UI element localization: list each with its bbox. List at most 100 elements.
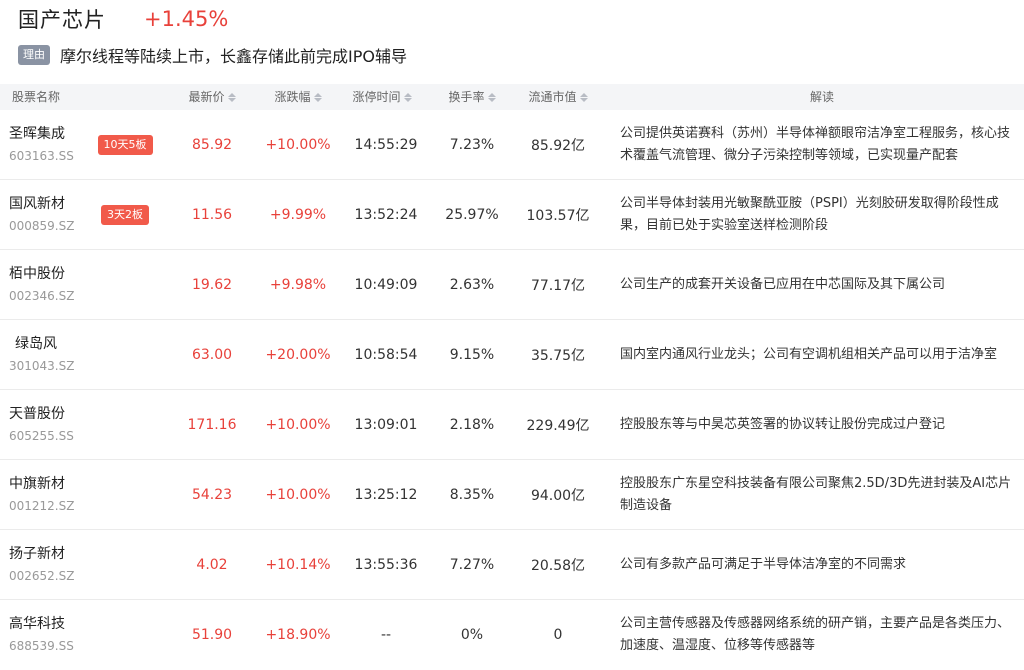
- change: +10.14%: [265, 556, 331, 573]
- desc-text: 公司半导体封装用光敏聚酰亚胺（PSPI）光刻胶研发取得阶段性成果，目前已处于实验…: [620, 195, 999, 233]
- desc-text: 控股股东等与中昊芯英签署的协议转让股份完成过户登记: [620, 416, 946, 432]
- desc-text: 公司提供英诺赛科（苏州）半导体禅额眼帘洁净室工程服务，核心技术覆盖气流管理、微分…: [620, 125, 1011, 163]
- sort-icon: [403, 92, 412, 102]
- stock-code: 002346.SZ: [9, 288, 75, 303]
- streak-badge-cell: 10天5板: [94, 110, 156, 179]
- desc-text: 控股股东广东星空科技装备有限公司聚焦2.5D/3D先进封装及AI芯片制造设备: [620, 475, 1012, 513]
- limit-time: 13:25:12: [354, 486, 418, 503]
- sort-icon: [487, 92, 496, 102]
- change: +20.00%: [265, 346, 331, 363]
- market-cap: 35.75亿: [530, 347, 586, 364]
- change: +9.98%: [269, 276, 327, 293]
- stock-name[interactable]: 高华科技: [9, 614, 65, 634]
- desc-text: 国内室内通风行业龙头；公司有空调机组相关产品可以用于洁净室: [620, 346, 998, 362]
- col-turnover-header[interactable]: 换手率: [432, 84, 512, 110]
- limit-time: 13:55:36: [354, 556, 418, 573]
- desc-cell: 公司提供英诺赛科（苏州）半导体禅额眼帘洁净室工程服务，核心技术覆盖气流管理、微分…: [620, 110, 1020, 179]
- price: 51.90: [191, 626, 233, 643]
- price: 85.92: [191, 136, 233, 153]
- stock-list: 圣晖集成 603163.SS 10天5板 85.92 +10.00% 14:55…: [0, 110, 1024, 670]
- stock-name[interactable]: 天普股份: [9, 404, 65, 424]
- price: 11.56: [191, 206, 233, 223]
- stock-name[interactable]: 圣晖集成: [9, 124, 65, 144]
- desc-text: 公司生产的成套开关设备已应用在中芯国际及其下属公司: [620, 276, 946, 292]
- market-cap: 85.92亿: [530, 137, 586, 154]
- market-cap: 94.00亿: [530, 487, 586, 504]
- table-row[interactable]: 天普股份 605255.SS 171.16 +10.00% 13:09:01 2…: [0, 390, 1024, 460]
- desc-cell: 公司生产的成套开关设备已应用在中芯国际及其下属公司: [620, 250, 1020, 319]
- table-row[interactable]: 圣晖集成 603163.SS 10天5板 85.92 +10.00% 14:55…: [0, 110, 1024, 180]
- sector-change: +1.45%: [144, 7, 229, 31]
- sort-icon: [313, 92, 322, 102]
- sort-icon: [579, 92, 588, 102]
- reason-tag: 理由: [18, 45, 50, 65]
- desc-cell: 控股股东广东星空科技装备有限公司聚焦2.5D/3D先进封装及AI芯片制造设备: [620, 460, 1020, 529]
- sector-title: 国产芯片: [18, 8, 106, 32]
- price: 4.02: [196, 556, 228, 573]
- streak-badge: 3天2板: [101, 204, 149, 225]
- table-row[interactable]: 中旗新材 001212.SZ 54.23 +10.00% 13:25:12 8.…: [0, 460, 1024, 530]
- stock-code: 001212.SZ: [9, 498, 75, 513]
- price: 63.00: [191, 346, 233, 363]
- market-cap: 77.17亿: [530, 277, 586, 294]
- change: +10.00%: [265, 416, 331, 433]
- col-price-header[interactable]: 最新价: [172, 84, 252, 110]
- limit-time: 14:55:29: [354, 136, 418, 153]
- market-cap: 20.58亿: [530, 557, 586, 574]
- turnover: 25.97%: [445, 206, 499, 223]
- turnover: 9.15%: [449, 346, 495, 363]
- stock-code: 605255.SS: [9, 428, 74, 443]
- desc-cell: 国内室内通风行业龙头；公司有空调机组相关产品可以用于洁净室: [620, 320, 1020, 389]
- stock-name-cell[interactable]: 栢中股份 002346.SZ: [9, 250, 89, 319]
- reason-text: 摩尔线程等陆续上市，长鑫存储此前完成IPO辅导: [60, 47, 407, 66]
- col-name-header: 股票名称: [12, 90, 61, 104]
- change: +10.00%: [265, 486, 331, 503]
- table-row[interactable]: 国风新材 000859.SZ 3天2板 11.56 +9.99% 13:52:2…: [0, 180, 1024, 250]
- stock-name-cell[interactable]: 天普股份 605255.SS: [9, 390, 89, 459]
- stock-name-cell[interactable]: 绿岛风 301043.SZ: [9, 320, 95, 389]
- stock-name[interactable]: 中旗新材: [9, 474, 65, 494]
- sector-header: 国产芯片 +1.45%: [18, 4, 228, 34]
- desc-cell: 公司主营传感器及传感器网络系统的研产销，主要产品是各类压力、加速度、温湿度、位移…: [620, 600, 1020, 669]
- stock-name-cell[interactable]: 中旗新材 001212.SZ: [9, 460, 89, 529]
- stock-name[interactable]: 扬子新材: [9, 544, 65, 564]
- change: +9.99%: [269, 206, 327, 223]
- turnover: 7.27%: [449, 556, 495, 573]
- col-limit-time-header[interactable]: 涨停时间: [342, 84, 422, 110]
- streak-badge: 10天5板: [97, 134, 153, 155]
- limit-time: --: [380, 626, 392, 643]
- desc-text: 公司主营传感器及传感器网络系统的研产销，主要产品是各类压力、加速度、温湿度、位移…: [620, 615, 1011, 653]
- turnover: 7.23%: [449, 136, 495, 153]
- turnover: 0%: [460, 626, 484, 643]
- stock-name[interactable]: 国风新材: [9, 194, 65, 214]
- table-row[interactable]: 扬子新材 002652.SZ 4.02 +10.14% 13:55:36 7.2…: [0, 530, 1024, 600]
- limit-time: 13:09:01: [354, 416, 418, 433]
- limit-time: 10:58:54: [354, 346, 418, 363]
- stock-name-cell[interactable]: 国风新材 000859.SZ: [9, 180, 89, 249]
- table-row[interactable]: 高华科技 688539.SS 51.90 +18.90% -- 0% 0 公司主…: [0, 600, 1024, 670]
- stock-name[interactable]: 栢中股份: [9, 264, 65, 284]
- stock-name[interactable]: 绿岛风: [15, 334, 57, 354]
- price: 19.62: [191, 276, 233, 293]
- price: 171.16: [187, 416, 237, 433]
- stock-name-cell[interactable]: 圣晖集成 603163.SS: [9, 110, 89, 179]
- price: 54.23: [191, 486, 233, 503]
- desc-cell: 公司有多款产品可满足于半导体洁净室的不同需求: [620, 530, 1020, 599]
- streak-badge-cell: 3天2板: [94, 180, 156, 249]
- col-market-cap-header[interactable]: 流通市值: [518, 84, 598, 110]
- stock-name-cell[interactable]: 高华科技 688539.SS: [9, 600, 89, 669]
- stock-code: 688539.SS: [9, 638, 74, 653]
- col-change-header[interactable]: 涨跌幅: [258, 84, 338, 110]
- table-row[interactable]: 栢中股份 002346.SZ 19.62 +9.98% 10:49:09 2.6…: [0, 250, 1024, 320]
- stock-code: 000859.SZ: [9, 218, 75, 233]
- col-desc-header: 解读: [809, 90, 834, 104]
- turnover: 8.35%: [449, 486, 495, 503]
- stock-name-cell[interactable]: 扬子新材 002652.SZ: [9, 530, 89, 599]
- stock-code: 301043.SZ: [9, 358, 75, 373]
- turnover: 2.18%: [449, 416, 495, 433]
- stock-code: 603163.SS: [9, 148, 74, 163]
- market-cap: 103.57亿: [526, 207, 590, 224]
- table-row[interactable]: 绿岛风 301043.SZ 63.00 +20.00% 10:58:54 9.1…: [0, 320, 1024, 390]
- desc-cell: 控股股东等与中昊芯英签署的协议转让股份完成过户登记: [620, 390, 1020, 459]
- sort-icon: [227, 92, 236, 102]
